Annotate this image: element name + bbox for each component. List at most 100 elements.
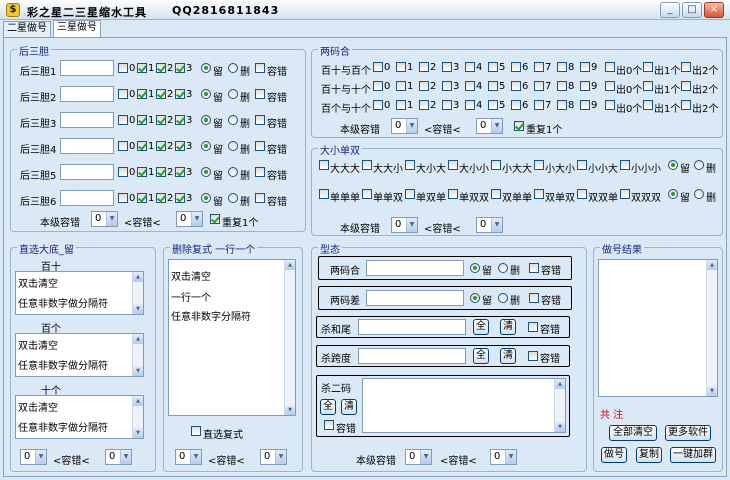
daxiao-delete-radio[interactable] xyxy=(694,189,704,199)
daxiao-checkbox[interactable] xyxy=(491,160,501,170)
liangma-digit-checkbox[interactable] xyxy=(511,62,521,72)
houdan-delete-radio[interactable] xyxy=(228,63,238,73)
xt-liangmahe-input[interactable] xyxy=(366,260,464,276)
daxiao-checkbox[interactable] xyxy=(448,160,458,170)
xt-liangmacha-delete-radio[interactable] xyxy=(498,293,508,303)
liangma-digit-checkbox[interactable] xyxy=(580,100,590,110)
houdan-digit-checkbox[interactable] xyxy=(137,89,147,99)
houdan-tolerance-checkbox[interactable] xyxy=(255,89,265,99)
zhixuan-max-select[interactable]: 0 ▼ xyxy=(105,449,132,465)
shanchu-textarea[interactable]: 双击清空 一行一个 任意非数字分隔符 ▲ ▼ xyxy=(168,259,296,416)
houdan-tolerance-checkbox[interactable] xyxy=(255,167,265,177)
liangma-extra-checkbox[interactable] xyxy=(643,62,653,72)
xt-shahewei-all-button[interactable]: 全 xyxy=(473,319,489,335)
one-click-join-button[interactable]: 一键加群 xyxy=(670,447,716,463)
daxiao-keep-radio[interactable] xyxy=(668,160,678,170)
houdan-digit-checkbox[interactable] xyxy=(156,167,166,177)
daxiao-checkbox[interactable] xyxy=(319,160,329,170)
liangma-extra-checkbox[interactable] xyxy=(643,100,653,110)
liangma-digit-checkbox[interactable] xyxy=(580,81,590,91)
direct-fushi-checkbox[interactable] xyxy=(191,426,201,436)
houdan-digit-checkbox[interactable] xyxy=(118,193,128,203)
tab-two-star[interactable]: 二星做号 xyxy=(3,21,51,37)
houdan-digit-checkbox[interactable] xyxy=(118,63,128,73)
liangma-digit-checkbox[interactable] xyxy=(557,100,567,110)
liangma-digit-checkbox[interactable] xyxy=(419,100,429,110)
liangma-digit-checkbox[interactable] xyxy=(373,62,383,72)
houdan-digit-checkbox[interactable] xyxy=(137,167,147,177)
scroll-down-icon[interactable]: ▼ xyxy=(133,428,143,438)
houdan-row-input[interactable] xyxy=(60,86,114,102)
shaerma-scrollbar[interactable]: ▲ ▼ xyxy=(554,379,565,432)
daxiao-checkbox[interactable] xyxy=(405,160,415,170)
liangma-digit-checkbox[interactable] xyxy=(488,62,498,72)
liangma-digit-checkbox[interactable] xyxy=(557,81,567,91)
xt-shahewei-tol-checkbox[interactable] xyxy=(528,322,538,332)
xt-shakuadu-all-button[interactable]: 全 xyxy=(473,348,489,364)
houdan-delete-radio[interactable] xyxy=(228,89,238,99)
houdan-digit-checkbox[interactable] xyxy=(137,193,147,203)
scroll-up-icon[interactable]: ▲ xyxy=(133,272,143,282)
liangma-min-select[interactable]: 0 ▼ xyxy=(391,118,418,134)
scroll-up-icon[interactable]: ▲ xyxy=(707,260,717,270)
zhixuan-textarea[interactable]: 双击清空 任意非数字做分隔符 ▲ ▼ xyxy=(15,271,144,315)
zhixuan-scrollbar[interactable]: ▲ ▼ xyxy=(132,396,143,438)
houdan-tolerance-checkbox[interactable] xyxy=(255,141,265,151)
houdan-digit-checkbox[interactable] xyxy=(175,115,185,125)
liangma-digit-checkbox[interactable] xyxy=(580,62,590,72)
liangma-digit-checkbox[interactable] xyxy=(465,81,475,91)
houdan-delete-radio[interactable] xyxy=(228,193,238,203)
scroll-down-icon[interactable]: ▼ xyxy=(133,366,143,376)
houdan-delete-radio[interactable] xyxy=(228,115,238,125)
daxiao-checkbox[interactable] xyxy=(577,189,587,199)
houdan-digit-checkbox[interactable] xyxy=(118,89,128,99)
houdan-keep-radio[interactable] xyxy=(201,193,211,203)
daxiao-checkbox[interactable] xyxy=(620,189,630,199)
xt-liangmahe-tol-checkbox[interactable] xyxy=(529,263,539,273)
scroll-up-icon[interactable]: ▲ xyxy=(555,379,565,389)
houdan-digit-checkbox[interactable] xyxy=(175,193,185,203)
clear-all-button[interactable]: 全部清空 xyxy=(609,425,657,441)
liangma-extra-checkbox[interactable] xyxy=(605,81,615,91)
houdan-tolerance-checkbox[interactable] xyxy=(255,193,265,203)
make-button[interactable]: 做号 xyxy=(601,447,627,463)
liangma-digit-checkbox[interactable] xyxy=(442,100,452,110)
xt-liangmacha-input[interactable] xyxy=(366,290,464,306)
liangma-digit-checkbox[interactable] xyxy=(488,100,498,110)
houdan-digit-checkbox[interactable] xyxy=(137,115,147,125)
houdan-digit-checkbox[interactable] xyxy=(137,63,147,73)
liangma-extra-checkbox[interactable] xyxy=(605,100,615,110)
xt-liangmahe-keep-radio[interactable] xyxy=(470,263,480,273)
daxiao-checkbox[interactable] xyxy=(534,160,544,170)
houdan-digit-checkbox[interactable] xyxy=(175,167,185,177)
daxiao-keep-radio[interactable] xyxy=(668,189,678,199)
liangma-digit-checkbox[interactable] xyxy=(534,81,544,91)
liangma-digit-checkbox[interactable] xyxy=(465,100,475,110)
houdan-keep-radio[interactable] xyxy=(201,115,211,125)
houdan-row-input[interactable] xyxy=(60,138,114,154)
houdan-digit-checkbox[interactable] xyxy=(137,141,147,151)
result-scrollbar[interactable]: ▲ ▼ xyxy=(706,260,717,396)
copy-button[interactable]: 复制 xyxy=(636,447,662,463)
houdan-min-select[interactable]: 0 ▼ xyxy=(91,211,118,227)
daxiao-checkbox[interactable] xyxy=(319,189,329,199)
houdan-keep-radio[interactable] xyxy=(201,89,211,99)
liangma-digit-checkbox[interactable] xyxy=(511,100,521,110)
zhixuan-textarea[interactable]: 双击清空 任意非数字做分隔符 ▲ ▼ xyxy=(15,395,144,439)
daxiao-checkbox[interactable] xyxy=(362,160,372,170)
scroll-up-icon[interactable]: ▲ xyxy=(133,334,143,344)
xt-shakuadu-tol-checkbox[interactable] xyxy=(528,351,538,361)
liangma-digit-checkbox[interactable] xyxy=(373,81,383,91)
liangma-repeat-checkbox[interactable] xyxy=(514,121,524,131)
shanchu-scrollbar[interactable]: ▲ ▼ xyxy=(284,260,295,415)
zhixuan-min-select[interactable]: 0 ▼ xyxy=(20,449,47,465)
xt-liangmacha-tol-checkbox[interactable] xyxy=(529,293,539,303)
houdan-digit-checkbox[interactable] xyxy=(175,89,185,99)
daxiao-checkbox[interactable] xyxy=(577,160,587,170)
zhixuan-textarea[interactable]: 双击清空 任意非数字做分隔符 ▲ ▼ xyxy=(15,333,144,377)
scroll-down-icon[interactable]: ▼ xyxy=(555,422,565,432)
zhixuan-scrollbar[interactable]: ▲ ▼ xyxy=(132,334,143,376)
liangma-digit-checkbox[interactable] xyxy=(396,100,406,110)
xt-shaerma-clear-button[interactable]: 清 xyxy=(341,399,357,415)
liangma-digit-checkbox[interactable] xyxy=(396,62,406,72)
